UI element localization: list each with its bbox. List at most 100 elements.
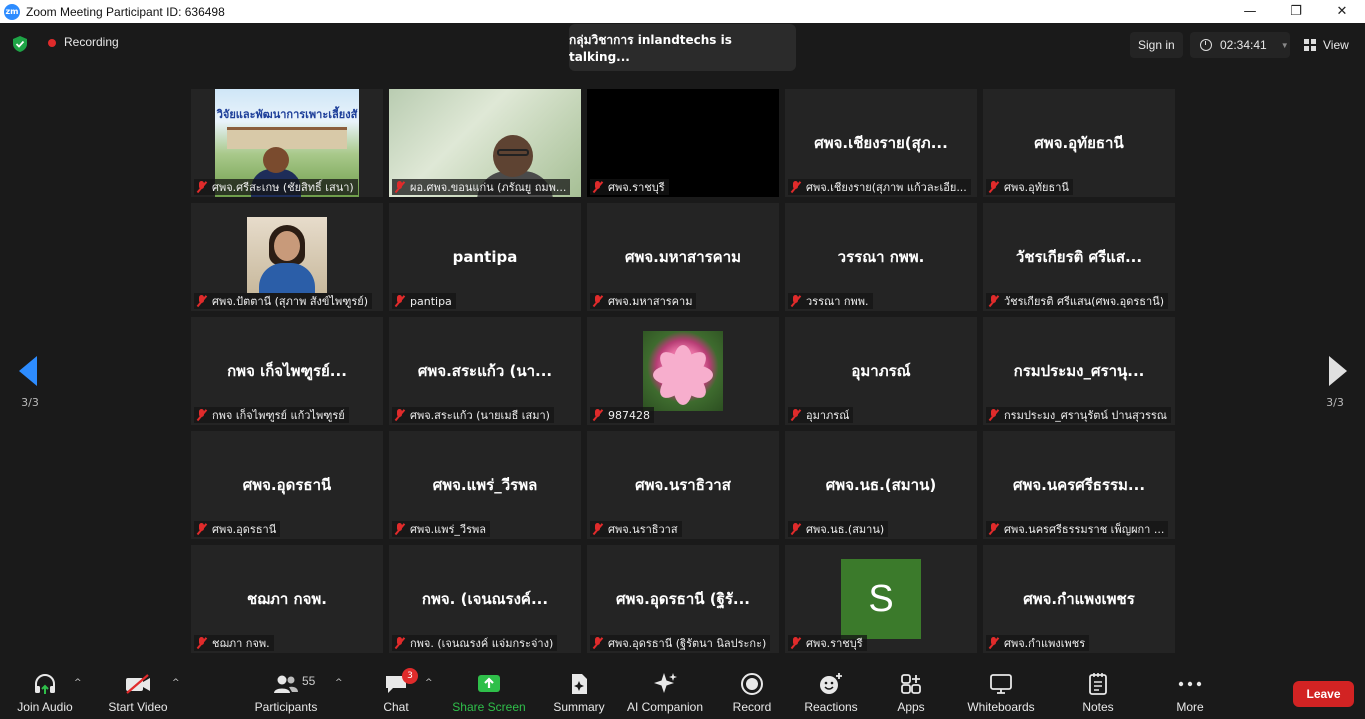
- participant-tile[interactable]: วัชรเกียรติ ศรีแส... วัชรเกียรติ ศรีแสน(ศ…: [983, 203, 1175, 311]
- sign-in-button[interactable]: Sign in: [1130, 32, 1183, 58]
- view-button[interactable]: View: [1298, 32, 1355, 58]
- mic-muted-icon: [989, 637, 998, 649]
- participant-name: อุมาภรณ์: [806, 409, 850, 422]
- participant-tile[interactable]: ศพจ.มหาสารคาม ศพจ.มหาสารคาม: [587, 203, 779, 311]
- participant-tile[interactable]: ศพจ.ราชบุรี: [587, 89, 779, 197]
- summary-icon: [567, 670, 591, 698]
- whiteboards-button[interactable]: Whiteboards: [962, 662, 1040, 719]
- participant-tile[interactable]: ศพจ.นครศรีธรรม... ศพจ.นครศรีธรรมราช เพ็ญผ…: [983, 431, 1175, 539]
- participant-tile[interactable]: ศพจ.นราธิวาส ศพจ.นราธิวาส: [587, 431, 779, 539]
- mic-muted-icon: [791, 637, 800, 649]
- page-indicator-right: 3/3: [1326, 396, 1344, 409]
- participant-tile[interactable]: ศพจ.สระแก้ว (นา... ศพจ.สระแก้ว (นายเมธี เ…: [389, 317, 581, 425]
- participant-tile[interactable]: 987428: [587, 317, 779, 425]
- participants-label: Participants: [254, 700, 318, 714]
- participant-name-label: ศพจ.ปัตตานี (สุภาพ สังข์ไพฑูรย์): [194, 293, 372, 309]
- record-label: Record: [732, 700, 772, 714]
- participant-display-name-text: ศพจ.กำแพงเพชร: [1023, 590, 1135, 608]
- participant-tile[interactable]: ศพจ.อุดรธานี ศพจ.อุดรธานี: [191, 431, 383, 539]
- participants-button[interactable]: 55 Participants: [252, 662, 320, 719]
- participant-display-name-text: ศพจ.แพร่_วีรพล: [432, 476, 538, 494]
- participant-name-label: ศพจ.อุดรธานี (ฐิรัตนา นิลประกะ): [590, 635, 771, 651]
- mic-muted-icon: [197, 181, 206, 193]
- talking-indicator: กลุ่มวิชาการ inlandtechs is talking...: [569, 24, 796, 71]
- leave-button[interactable]: Leave: [1293, 681, 1354, 707]
- participant-name-label: กพจ เก็จไพฑูรย์ แก้วไพฑูรย์: [194, 407, 349, 423]
- participant-display-name-text: กพจ เก็จไพฑูรย์...: [227, 362, 347, 380]
- chat-options-caret-icon[interactable]: ^: [425, 678, 433, 688]
- participant-tile[interactable]: กพจ. (เจนณรงค์... กพจ. (เจนณรงค์ แจ่มกระจ…: [389, 545, 581, 653]
- participant-tile[interactable]: ชฌภา กจพ. ชฌภา กจพ.: [191, 545, 383, 653]
- participants-options-caret-icon[interactable]: ^: [335, 678, 343, 688]
- participant-tile[interactable]: ศพจ.แพร่_วีรพล ศพจ.แพร่_วีรพล: [389, 431, 581, 539]
- participant-tile[interactable]: ศพจ.อุทัยธานี ศพจ.อุทัยธานี: [983, 89, 1175, 197]
- participant-name: วัชรเกียรติ ศรีแสน(ศพจ.อุดรธานี): [1004, 295, 1165, 308]
- participant-display-name-text: วรรณา กพพ.: [837, 248, 925, 266]
- video-off-icon: [124, 670, 152, 698]
- participant-tile[interactable]: ศพจ.นธ.(สมาน) ศพจ.นธ.(สมาน): [785, 431, 977, 539]
- headphones-icon: [32, 670, 58, 698]
- participant-name-label: วัชรเกียรติ ศรีแสน(ศพจ.อุดรธานี): [986, 293, 1169, 309]
- apps-label: Apps: [897, 700, 925, 714]
- participant-name: ศพจ.นราธิวาส: [608, 523, 678, 536]
- participant-profile-photo: [643, 331, 723, 411]
- share-screen-button[interactable]: Share Screen: [452, 662, 526, 719]
- recording-label[interactable]: Recording: [64, 35, 119, 49]
- participant-tile[interactable]: วิจัยและพัฒนาการเพาะเลี้ยงสั ศพจ.ศรีสะเกษ…: [191, 89, 383, 197]
- participant-name-label: pantipa: [392, 293, 456, 309]
- mic-muted-icon: [395, 181, 404, 193]
- participant-tile[interactable]: pantipa pantipa: [389, 203, 581, 311]
- participant-tile[interactable]: S ศพจ.ราชบุรี: [785, 545, 977, 653]
- recording-dot-icon: [48, 39, 56, 47]
- close-icon[interactable]: ✕: [1319, 0, 1365, 23]
- notes-button[interactable]: Notes: [1074, 662, 1122, 719]
- ai-companion-button[interactable]: AI Companion: [624, 662, 706, 719]
- chat-button[interactable]: 3 Chat: [372, 662, 420, 719]
- participant-tile[interactable]: ศพจ.กำแพงเพชร ศพจ.กำแพงเพชร: [983, 545, 1175, 653]
- previous-page-button[interactable]: 3/3: [0, 320, 60, 420]
- participant-name-label: ผอ.ศพจ.ขอนแก่น (ภรัณยู ถมพ...: [392, 179, 571, 195]
- participant-name: ศพจ.สระแก้ว (นายเมธี เสมา): [410, 409, 550, 422]
- reactions-button[interactable]: Reactions: [800, 662, 862, 719]
- share-screen-icon: [476, 670, 502, 698]
- participant-tile[interactable]: วรรณา กพพ. วรรณา กพพ.: [785, 203, 977, 311]
- ai-sparkle-icon: [652, 670, 678, 698]
- participant-display-name-text: ศพจ.นครศรีธรรม...: [1012, 476, 1146, 494]
- record-icon: [740, 670, 764, 698]
- more-label: More: [1176, 700, 1204, 714]
- more-button[interactable]: More: [1166, 662, 1214, 719]
- participant-tile[interactable]: ศพจ.เชียงราย(สุภ... ศพจ.เชียงราย(สุภาพ แก…: [785, 89, 977, 197]
- mic-muted-icon: [791, 181, 800, 193]
- participant-name-label: ศพจ.ราชบุรี: [788, 635, 867, 651]
- summary-label: Summary: [553, 700, 605, 714]
- start-video-button[interactable]: Start Video: [104, 662, 172, 719]
- participant-name: กพจ. (เจนณรงค์ แจ่มกระจ่าง): [410, 637, 554, 650]
- restore-icon[interactable]: ❐: [1273, 0, 1319, 23]
- participant-tile[interactable]: กพจ เก็จไพฑูรย์... กพจ เก็จไพฑูรย์ แก้วไพ…: [191, 317, 383, 425]
- video-options-caret-icon[interactable]: ^: [172, 678, 180, 688]
- participant-tile[interactable]: ศพจ.อุดรธานี (ฐิรั... ศพจ.อุดรธานี (ฐิรัต…: [587, 545, 779, 653]
- next-page-button[interactable]: 3/3: [1305, 320, 1365, 420]
- participant-display-name-text: ศพจ.นราธิวาส: [635, 476, 731, 494]
- participant-name-label: ศพจ.ราชบุรี: [590, 179, 669, 195]
- participant-name-label: วรรณา กพพ.: [788, 293, 873, 309]
- participant-name: กพจ เก็จไพฑูรย์ แก้วไพฑูรย์: [212, 409, 345, 422]
- meeting-timer[interactable]: 02:34:41 ▼: [1190, 32, 1290, 58]
- summary-button[interactable]: Summary: [548, 662, 610, 719]
- apps-button[interactable]: Apps: [888, 662, 934, 719]
- audio-options-caret-icon[interactable]: ^: [74, 678, 82, 688]
- participant-tile[interactable]: กรมประมง_ศรานุ... กรมประมง_ศรานุรัตน์ ปาน…: [983, 317, 1175, 425]
- participant-display-name-text: กรมประมง_ศรานุ...: [1013, 362, 1145, 380]
- participant-tile[interactable]: ศพจ.ปัตตานี (สุภาพ สังข์ไพฑูรย์): [191, 203, 383, 311]
- security-shield-icon[interactable]: [11, 35, 29, 53]
- minimize-icon[interactable]: —: [1227, 0, 1273, 23]
- window-titlebar: zm Zoom Meeting Participant ID: 636498 —…: [0, 0, 1365, 23]
- participant-tile[interactable]: ผอ.ศพจ.ขอนแก่น (ภรัณยู ถมพ...: [389, 89, 581, 197]
- record-button[interactable]: Record: [726, 662, 778, 719]
- mic-muted-icon: [593, 637, 602, 649]
- join-audio-button[interactable]: Join Audio: [12, 662, 78, 719]
- participant-name: ศพจ.นธ.(สมาน): [806, 523, 885, 536]
- mic-muted-icon: [197, 523, 206, 535]
- participant-tile[interactable]: อุมาภรณ์ อุมาภรณ์: [785, 317, 977, 425]
- participant-name: ศพจ.ราชบุรี: [608, 181, 665, 194]
